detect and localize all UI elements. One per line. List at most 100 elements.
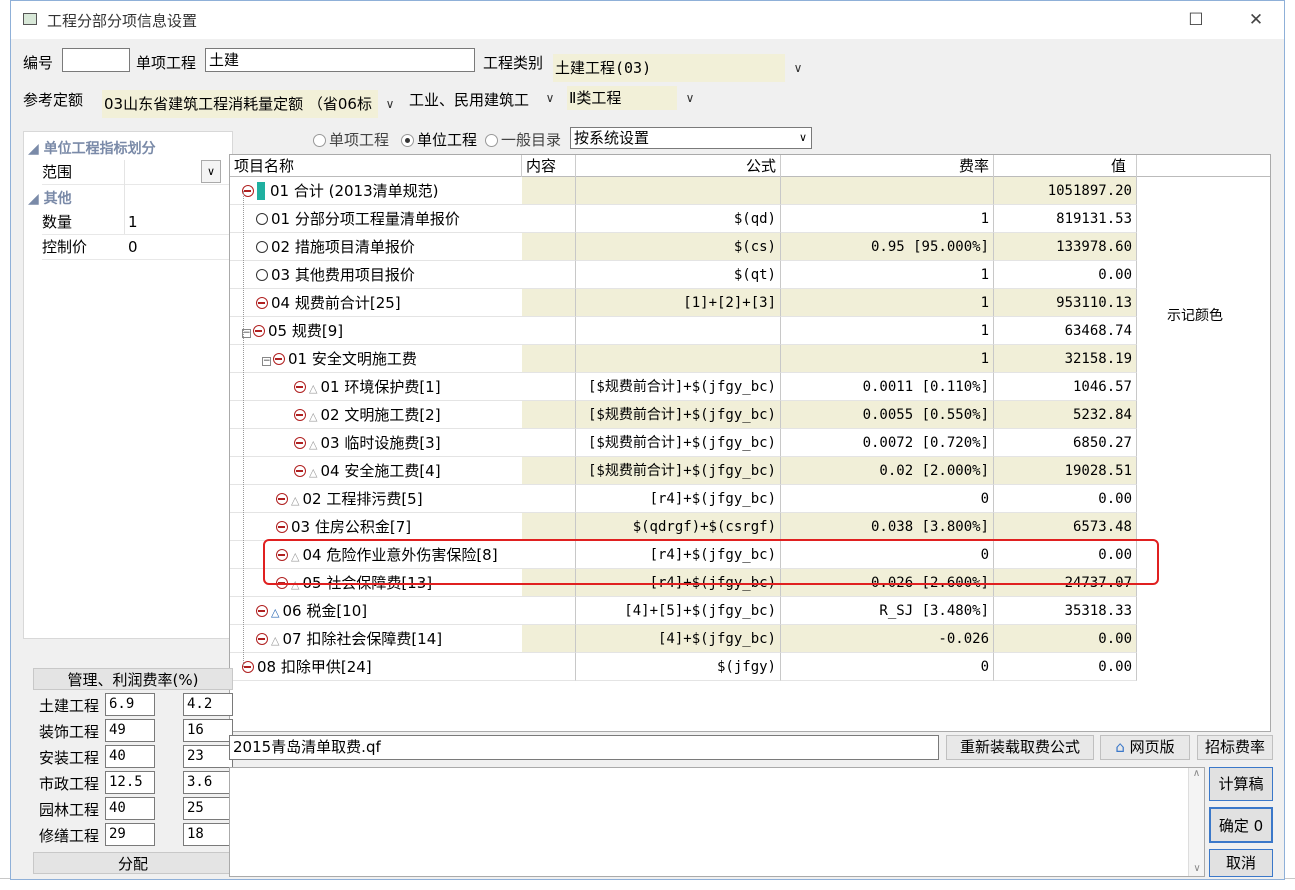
reload-button[interactable]: 重新装载取费公式 (946, 735, 1094, 760)
table-row[interactable]: △ 06 税金[10] [4]+[5]+$(jfgy_bc) R_SJ [3.480%… (230, 597, 1270, 625)
profit-rate-input[interactable]: 18 (183, 823, 233, 846)
bid-rate-button[interactable]: 招标费率 (1197, 735, 1273, 760)
cell-value[interactable]: 0.00 (994, 653, 1137, 681)
notes-textarea[interactable]: ∧ ∨ (229, 767, 1205, 877)
cell-formula[interactable]: [$规费前合计]+$(jfgy_bc) (576, 373, 781, 401)
ok-button[interactable]: 确定 0 (1209, 807, 1273, 843)
radio-general[interactable]: 一般目录 (485, 129, 561, 150)
cell-name[interactable]: 04 规费前合计[25] (230, 289, 522, 317)
cell-content[interactable] (522, 261, 576, 289)
cell-name[interactable]: 03 其他费用项目报价 (230, 261, 522, 289)
table-row[interactable]: △ 03 临时设施费[3] [$规费前合计]+$(jfgy_bc) 0.0072 [0… (230, 429, 1270, 457)
chevron-down-icon[interactable]: ∨ (681, 84, 699, 112)
collapse-icon[interactable]: − (262, 357, 271, 366)
cell-content[interactable] (522, 317, 576, 345)
cell-content[interactable] (522, 345, 576, 373)
table-row[interactable]: 02 措施项目清单报价 $(cs) 0.95 [95.000%] 133978.60 (230, 233, 1270, 261)
col-header[interactable]: 内容 (522, 155, 576, 177)
cell-name[interactable]: 08 扣除甲供[24] (230, 653, 522, 681)
cell-formula[interactable] (576, 177, 781, 205)
table-row[interactable]: 03 其他费用项目报价 $(qt) 1 0.00 (230, 261, 1270, 289)
mgmt-rate-input[interactable]: 40 (105, 745, 155, 768)
table-row[interactable]: △ 01 环境保护费[1] [$规费前合计]+$(jfgy_bc) 0.0011 [0… (230, 373, 1270, 401)
profit-rate-input[interactable]: 25 (183, 797, 233, 820)
cell-value[interactable]: 6850.27 (994, 429, 1137, 457)
web-button[interactable]: ⌂ 网页版 (1100, 735, 1190, 760)
table-row[interactable]: − 01 安全文明施工费 1 32158.19 (230, 345, 1270, 373)
close-button[interactable]: ✕ (1236, 7, 1276, 33)
cell-name[interactable]: − 01 安全文明施工费 (230, 345, 522, 373)
table-row[interactable]: 01 分部分项工程量清单报价 $(qd) 1 819131.53 (230, 205, 1270, 233)
building-type-select[interactable]: 工业、民用建筑工 (409, 89, 529, 110)
col-header[interactable]: 费率 (781, 155, 994, 177)
radio-unit[interactable]: 单位工程 (401, 129, 477, 150)
mgmt-rate-input[interactable]: 29 (105, 823, 155, 846)
cancel-button[interactable]: 取消 (1209, 849, 1273, 877)
table-row[interactable]: 01 合计 (2013清单规范) 1051897.20 (230, 177, 1270, 205)
cell-rate[interactable]: 1 (781, 289, 994, 317)
cell-rate[interactable]: 0 (781, 653, 994, 681)
table-row[interactable]: △ 07 扣除社会保障费[14] [4]+$(jfgy_bc) -0.026 0.00 (230, 625, 1270, 653)
cell-name[interactable]: 01 分部分项工程量清单报价 (230, 205, 522, 233)
cell-value[interactable]: 0.00 (994, 485, 1137, 513)
cell-value[interactable]: 0.00 (994, 261, 1137, 289)
cell-value[interactable]: 1051897.20 (994, 177, 1137, 205)
cell-value[interactable]: 35318.33 (994, 597, 1137, 625)
scrollbar[interactable]: ∧ ∨ (1188, 768, 1204, 876)
table-row[interactable]: 08 扣除甲供[24] $(jfgy) 0 0.00 (230, 653, 1270, 681)
cell-name[interactable]: △ 04 安全施工费[4] (230, 457, 522, 485)
range-dropdown[interactable]: ∨ (201, 160, 221, 183)
category-select[interactable]: 土建工程(03) (553, 54, 785, 82)
cell-rate[interactable]: 0.0072 [0.720%] (781, 429, 994, 457)
cell-rate[interactable]: 0.0055 [0.550%] (781, 401, 994, 429)
mgmt-rate-input[interactable]: 12.5 (105, 771, 155, 794)
cell-formula[interactable] (576, 317, 781, 345)
cell-name[interactable]: △ 06 税金[10] (230, 597, 522, 625)
col-header[interactable]: 项目名称 (230, 155, 522, 177)
cell-rate[interactable]: 0.02 [2.000%] (781, 457, 994, 485)
table-row[interactable]: 03 住房公积金[7] $(qdrgf)+$(csrgf) 0.038 [3.800… (230, 513, 1270, 541)
cell-content[interactable] (522, 597, 576, 625)
cell-value[interactable]: 63468.74 (994, 317, 1137, 345)
cell-name[interactable]: 03 住房公积金[7] (230, 513, 522, 541)
cell-rate[interactable]: R_SJ [3.480%] (781, 597, 994, 625)
cell-value[interactable]: 5232.84 (994, 401, 1137, 429)
cell-name[interactable]: △ 07 扣除社会保障费[14] (230, 625, 522, 653)
col-header[interactable]: 公式 (576, 155, 781, 177)
cell-formula[interactable]: [$规费前合计]+$(jfgy_bc) (576, 401, 781, 429)
cell-rate[interactable]: -0.026 (781, 625, 994, 653)
chevron-down-icon[interactable]: ∨ (381, 90, 399, 118)
cell-formula[interactable]: [r4]+$(jfgy_bc) (576, 485, 781, 513)
cell-value[interactable]: 32158.19 (994, 345, 1137, 373)
mgmt-rate-input[interactable]: 6.9 (105, 693, 155, 716)
table-row[interactable]: △ 02 文明施工费[2] [$规费前合计]+$(jfgy_bc) 0.0055 [0… (230, 401, 1270, 429)
cell-content[interactable] (522, 625, 576, 653)
cell-formula[interactable]: $(jfgy) (576, 653, 781, 681)
table-row[interactable]: △ 02 工程排污费[5] [r4]+$(jfgy_bc) 0 0.00 (230, 485, 1270, 513)
cell-content[interactable] (522, 429, 576, 457)
cell-formula[interactable]: $(qdrgf)+$(csrgf) (576, 513, 781, 541)
cell-value[interactable]: 819131.53 (994, 205, 1137, 233)
cell-name[interactable]: △ 02 文明施工费[2] (230, 401, 522, 429)
table-row[interactable]: −05 规费[9] 1 63468.74 (230, 317, 1270, 345)
cell-content[interactable] (522, 205, 576, 233)
quota-select[interactable]: 03山东省建筑工程消耗量定额 （省06标 (102, 90, 378, 118)
cell-rate[interactable]: 1 (781, 345, 994, 373)
mgmt-rate-input[interactable]: 49 (105, 719, 155, 742)
code-input[interactable] (62, 48, 130, 72)
section-header[interactable]: ◢ 其他 (28, 188, 72, 208)
cell-rate[interactable]: 0.95 [95.000%] (781, 233, 994, 261)
cell-content[interactable] (522, 653, 576, 681)
cell-value[interactable]: 1046.57 (994, 373, 1137, 401)
profit-rate-input[interactable]: 3.6 (183, 771, 233, 794)
cell-content[interactable] (522, 233, 576, 261)
cell-rate[interactable] (781, 177, 994, 205)
unit-input[interactable]: 土建 (205, 48, 475, 72)
cell-content[interactable] (522, 457, 576, 485)
radio-single[interactable]: 单项工程 (313, 129, 389, 150)
cell-formula[interactable]: [$规费前合计]+$(jfgy_bc) (576, 457, 781, 485)
col-header[interactable]: 值 (994, 155, 1137, 177)
cell-formula[interactable]: [1]+[2]+[3] (576, 289, 781, 317)
cell-name[interactable]: △ 03 临时设施费[3] (230, 429, 522, 457)
cell-formula[interactable]: [4]+$(jfgy_bc) (576, 625, 781, 653)
